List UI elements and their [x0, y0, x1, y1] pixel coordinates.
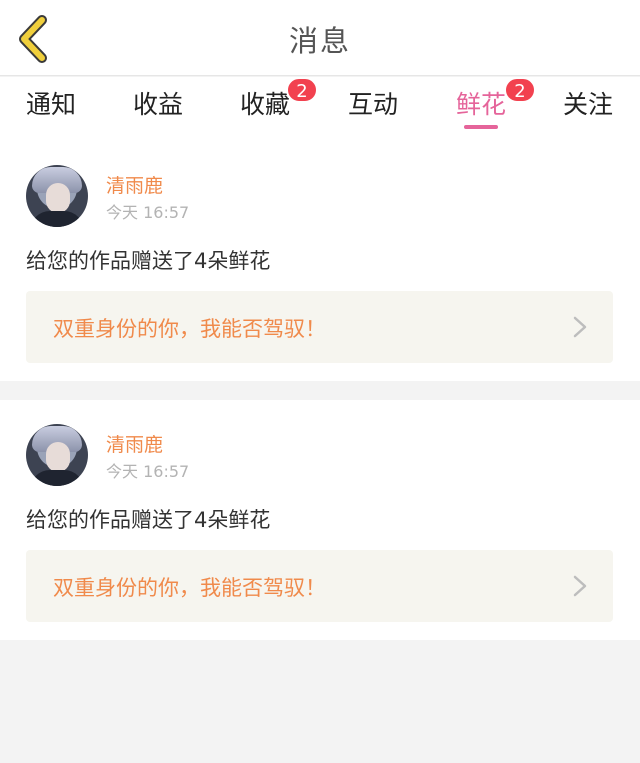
tab-label: 关注	[563, 90, 614, 119]
active-tab-indicator	[464, 125, 499, 129]
tab-label: 通知	[26, 90, 77, 119]
avatar[interactable]	[26, 165, 88, 227]
tab-interaction[interactable]: 互动	[348, 85, 398, 135]
message-text: 给您的作品赠送了4朵鲜花	[26, 249, 271, 273]
work-title: 双重身份的你，我能否驾驭！	[53, 317, 326, 341]
chevron-right-icon	[573, 575, 587, 597]
tab-notice[interactable]: 通知	[26, 85, 76, 135]
tab-flowers[interactable]: 鲜花 2	[456, 77, 537, 135]
tab-bar: 通知 收益 收藏 2 互动 鲜花 2 关注	[0, 77, 640, 141]
work-link[interactable]: 双重身份的你，我能否驾驭！	[26, 550, 613, 622]
tab-label: 收益	[133, 90, 184, 119]
tab-label: 互动	[348, 90, 399, 119]
unread-badge: 2	[504, 77, 537, 103]
page-title: 消息	[288, 24, 351, 58]
flower-message-card: 清雨鹿 今天 16:57 给您的作品赠送了4朵鲜花 双重身份的你，我能否驾驭！	[0, 141, 640, 381]
work-title: 双重身份的你，我能否驾驭！	[53, 576, 326, 600]
unread-badge: 2	[286, 77, 319, 103]
work-link[interactable]: 双重身份的你，我能否驾驭！	[26, 291, 613, 363]
flower-message-card: 清雨鹿 今天 16:57 给您的作品赠送了4朵鲜花 双重身份的你，我能否驾驭！	[0, 400, 640, 640]
message-time: 今天 16:57	[106, 462, 190, 481]
tab-favorites[interactable]: 收藏 2	[240, 77, 319, 135]
message-text: 给您的作品赠送了4朵鲜花	[26, 508, 271, 532]
tab-label: 收藏	[240, 90, 291, 119]
tab-label: 鲜花	[456, 90, 507, 119]
tab-income[interactable]: 收益	[133, 85, 183, 135]
sender-name[interactable]: 清雨鹿	[106, 430, 163, 457]
chevron-right-icon	[573, 316, 587, 338]
sender-name[interactable]: 清雨鹿	[106, 171, 163, 198]
tab-follow[interactable]: 关注	[563, 85, 613, 135]
message-time: 今天 16:57	[106, 203, 190, 222]
avatar[interactable]	[26, 424, 88, 486]
top-bar: 消息	[0, 0, 640, 76]
